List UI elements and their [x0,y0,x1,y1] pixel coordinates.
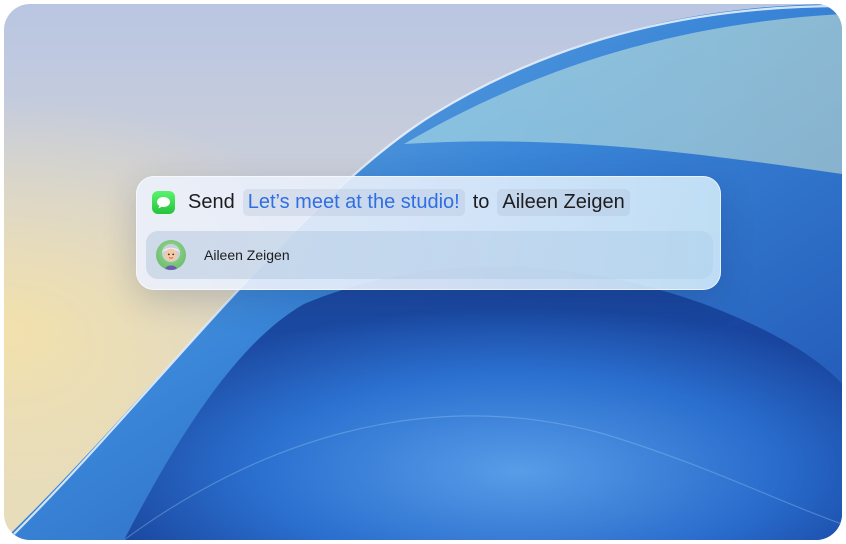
contact-name: Aileen Zeigen [204,247,290,263]
messages-icon [152,190,175,214]
preposition: to [472,190,490,213]
memoji-avatar-icon [162,244,180,270]
spotlight-query[interactable]: Send Let’s meet at the studio! to Aileen… [152,187,630,217]
avatar [156,240,186,270]
recipient-token[interactable]: Aileen Zeigen [497,188,630,216]
spotlight-panel: Send Let’s meet at the studio! to Aileen… [136,176,721,290]
message-token[interactable]: Let’s meet at the studio! [242,188,465,216]
contact-result[interactable]: Aileen Zeigen [146,231,713,279]
action-verb: Send [188,190,235,213]
